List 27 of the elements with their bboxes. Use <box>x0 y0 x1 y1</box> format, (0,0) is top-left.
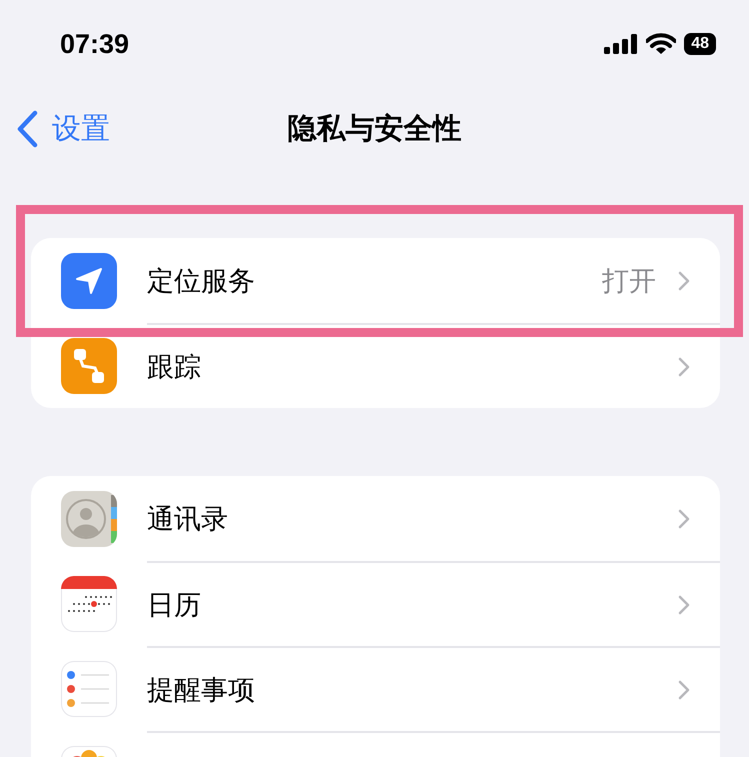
row-label: 跟踪 <box>147 350 201 384</box>
row-label: 日历 <box>147 588 201 622</box>
settings-row[interactable]: 通讯录 <box>31 476 720 561</box>
reminders-list-icon <box>61 660 117 716</box>
chevron-right-icon <box>678 680 690 700</box>
tracking-icon <box>61 338 117 394</box>
chevron-right-icon <box>678 270 690 290</box>
calendar-icon <box>61 576 117 632</box>
battery-indicator: 48 <box>684 33 716 55</box>
signal-icon <box>604 34 638 54</box>
settings-row[interactable]: 定位服务 打开 <box>31 238 720 323</box>
row-label: 提醒事项 <box>147 674 255 708</box>
settings-row[interactable]: 日历 <box>31 561 720 646</box>
status-time: 07:39 <box>60 28 130 60</box>
chevron-right-icon <box>678 594 690 614</box>
page-title: 隐私与安全性 <box>286 110 462 147</box>
row-label: 定位服务 <box>147 264 255 298</box>
chevron-right-icon <box>678 356 690 376</box>
row-value: 打开 <box>602 264 656 298</box>
contacts-icon <box>61 490 117 546</box>
settings-row[interactable]: 跟踪 <box>31 323 720 408</box>
settings-row[interactable]: 提醒事项 <box>31 646 720 731</box>
back-chevron-icon <box>16 110 38 148</box>
chevron-right-icon <box>678 508 690 528</box>
wifi-icon <box>646 33 676 55</box>
row-label: 通讯录 <box>147 502 228 536</box>
back-button[interactable]: 设置 <box>16 109 110 149</box>
